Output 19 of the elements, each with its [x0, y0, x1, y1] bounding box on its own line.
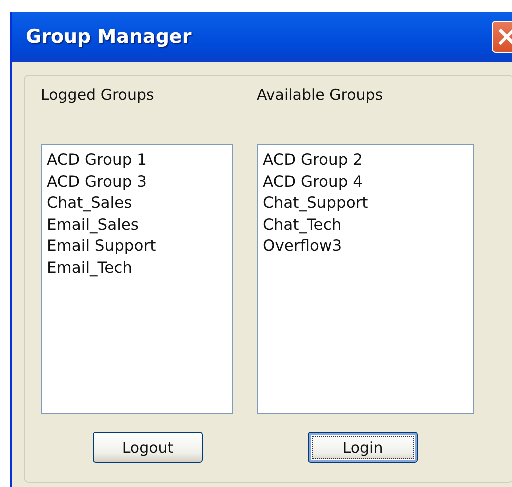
list-label: Available Groups	[257, 86, 384, 106]
group-list[interactable]: ACD Group 2 ACD Group 4 Chat_Support Chat_Tech Overflow3	[257, 144, 474, 414]
group-list[interactable]: ACD Group 1 ACD Group 3 Chat_Sales Email_Sales Email Support Email_Tech	[41, 144, 233, 414]
window-title: Group Manager	[26, 26, 192, 48]
list-item[interactable]: Chat_Tech	[263, 214, 342, 236]
logout-button[interactable]: Logout	[93, 432, 203, 463]
close-icon	[498, 28, 512, 46]
list-item[interactable]: Email_Tech	[47, 258, 132, 279]
list-item[interactable]: Email_Sales	[47, 214, 140, 236]
list-item[interactable]: ACD Group 1	[47, 150, 147, 172]
list-item[interactable]: Chat_Support	[263, 193, 368, 214]
list-item[interactable]: Overflow3	[263, 236, 342, 258]
list-item[interactable]: Email Support	[47, 236, 156, 258]
list-item[interactable]: ACD Group 2	[263, 150, 363, 172]
list-label: Logged Groups	[41, 86, 154, 106]
list-item[interactable]: ACD Group 4	[263, 172, 363, 193]
list-item[interactable]: Chat_Sales	[47, 193, 132, 214]
login-button[interactable]: Login	[308, 432, 418, 463]
list-item[interactable]: ACD Group 3	[47, 172, 147, 193]
